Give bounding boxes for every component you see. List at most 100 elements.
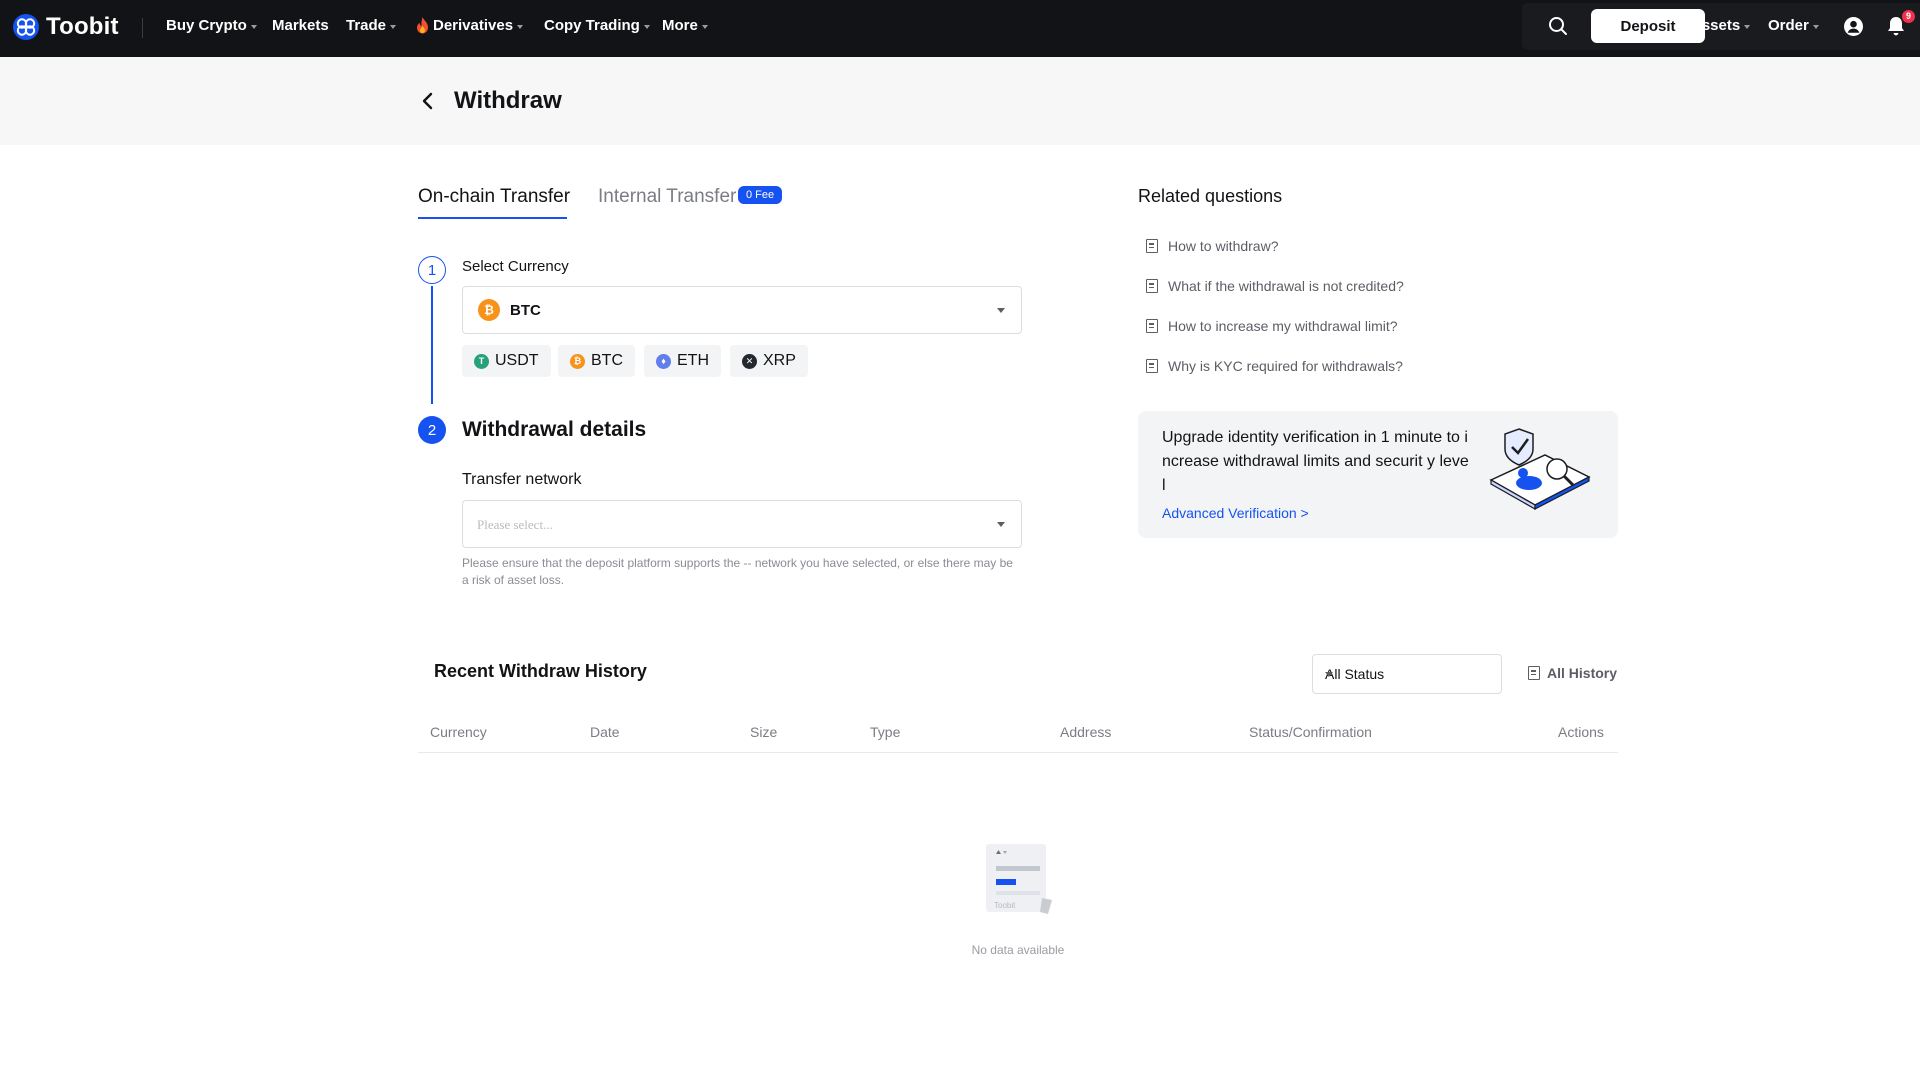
network-warning-hint: Please ensure that the deposit platform … bbox=[462, 556, 1013, 587]
question-label: How to increase my withdrawal limit? bbox=[1168, 318, 1398, 334]
nav-markets-label: Markets bbox=[272, 17, 329, 34]
nav-markets[interactable]: Markets bbox=[272, 17, 329, 34]
chevron-down-icon bbox=[517, 24, 524, 29]
top-navigation-bar: Toobit Buy Crypto Markets Trade Derivati… bbox=[0, 0, 1920, 57]
recent-withdraw-history-title: Recent Withdraw History bbox=[434, 661, 647, 681]
chip-label: ETH bbox=[677, 352, 709, 369]
user-avatar-icon[interactable] bbox=[1843, 16, 1864, 37]
select-currency-label: Select Currency bbox=[462, 258, 569, 275]
chip-label: BTC bbox=[591, 352, 623, 369]
chip-label: XRP bbox=[763, 352, 796, 369]
nav-more-label: More bbox=[662, 17, 698, 34]
step-1-indicator: 1 bbox=[418, 256, 446, 284]
nav-buy-crypto-label: Buy Crypto bbox=[166, 17, 247, 34]
column-header-currency: Currency bbox=[430, 724, 487, 740]
zero-fee-badge: 0 Fee bbox=[738, 186, 783, 204]
search-icon[interactable] bbox=[1548, 16, 1568, 36]
nav-order[interactable]: Order bbox=[1768, 17, 1819, 34]
related-questions-title: Related questions bbox=[1138, 186, 1283, 206]
nav-buy-crypto[interactable]: Buy Crypto bbox=[166, 17, 257, 34]
question-label: Why is KYC required for withdrawals? bbox=[1168, 358, 1403, 374]
nav-copy-trading-label: Copy Trading bbox=[544, 17, 640, 34]
back-chevron-icon[interactable] bbox=[418, 89, 438, 113]
related-question-link[interactable]: Why is KYC required for withdrawals? bbox=[1146, 358, 1403, 374]
chip-label: USDT bbox=[495, 352, 539, 369]
empty-state-text: No data available bbox=[971, 943, 1065, 957]
page-title: Withdraw bbox=[454, 87, 562, 114]
withdrawal-details-title: Withdrawal details bbox=[462, 418, 647, 441]
table-header-divider bbox=[418, 752, 1618, 753]
nav-order-label: Order bbox=[1768, 17, 1809, 34]
bitcoin-icon: ₿ bbox=[570, 353, 585, 369]
nav-trade[interactable]: Trade bbox=[346, 17, 397, 34]
document-icon bbox=[1528, 666, 1540, 680]
chevron-down-icon bbox=[643, 24, 650, 29]
currency-chip-xrp[interactable]: ✕ XRP bbox=[730, 345, 808, 377]
question-label: What if the withdrawal is not credited? bbox=[1168, 278, 1404, 294]
toobit-logo[interactable]: Toobit bbox=[12, 13, 119, 41]
chevron-down-icon bbox=[390, 24, 397, 29]
xrp-icon: ✕ bbox=[742, 353, 757, 369]
status-filter-value: All Status bbox=[1325, 666, 1385, 682]
deposit-button[interactable]: Deposit bbox=[1591, 9, 1705, 43]
nav-copy-trading[interactable]: Copy Trading bbox=[544, 17, 650, 34]
step-connector-line bbox=[431, 286, 433, 404]
toobit-logo-icon bbox=[13, 14, 39, 40]
question-label: How to withdraw? bbox=[1168, 238, 1279, 254]
bitcoin-icon: ₿ bbox=[478, 299, 500, 321]
nav-trade-label: Trade bbox=[346, 17, 387, 34]
tether-icon: T bbox=[474, 353, 489, 369]
notification-badge: 9 bbox=[1902, 10, 1915, 23]
nav-divider bbox=[142, 18, 143, 38]
status-filter-select[interactable]: All Status bbox=[1312, 654, 1502, 694]
nav-more[interactable]: More bbox=[662, 17, 708, 34]
related-question-link[interactable]: How to increase my withdrawal limit? bbox=[1146, 318, 1398, 334]
promo-text: Upgrade identity verification in 1 minut… bbox=[1162, 429, 1469, 494]
column-header-status: Status/Confirmation bbox=[1249, 724, 1372, 740]
chevron-down-icon bbox=[701, 24, 708, 29]
currency-chip-eth[interactable]: ♦ ETH bbox=[644, 345, 721, 377]
network-placeholder: Please select... bbox=[477, 517, 553, 532]
column-header-actions: Actions bbox=[1558, 724, 1604, 740]
transfer-network-label: Transfer network bbox=[462, 471, 582, 488]
document-icon bbox=[1146, 319, 1158, 333]
chevron-down-icon bbox=[1325, 672, 1333, 677]
column-header-size: Size bbox=[750, 724, 778, 740]
selected-currency: BTC bbox=[510, 302, 541, 319]
chevron-down-icon bbox=[997, 522, 1005, 527]
page-header bbox=[0, 57, 1920, 145]
column-header-type: Type bbox=[870, 724, 901, 740]
document-icon bbox=[1146, 239, 1158, 253]
all-history-link[interactable]: All History bbox=[1528, 665, 1617, 681]
currency-select[interactable]: ₿ BTC bbox=[462, 286, 1022, 334]
empty-state-illustration: Toobit bbox=[986, 844, 1052, 914]
nav-assets[interactable]: Assets bbox=[1691, 17, 1751, 34]
nav-assets-label: Assets bbox=[1691, 17, 1741, 34]
nav-derivatives[interactable]: Derivatives bbox=[416, 17, 524, 34]
verification-promo-card: Upgrade identity verification in 1 minut… bbox=[1138, 411, 1618, 538]
chevron-down-icon bbox=[997, 308, 1005, 313]
step-2-indicator: 2 bbox=[418, 416, 446, 444]
identity-verification-illustration bbox=[1489, 428, 1591, 511]
transfer-network-select[interactable]: Please select... bbox=[462, 500, 1022, 548]
active-tab-indicator bbox=[418, 217, 567, 219]
nav-derivatives-label: Derivatives bbox=[433, 17, 514, 34]
column-header-address: Address bbox=[1060, 724, 1112, 740]
chevron-down-icon bbox=[1812, 24, 1819, 29]
tab-onchain-transfer[interactable]: On-chain Transfer bbox=[418, 186, 570, 208]
advanced-verification-link[interactable]: Advanced Verification > bbox=[1162, 505, 1309, 521]
currency-chip-usdt[interactable]: T USDT bbox=[462, 345, 551, 377]
chevron-down-icon bbox=[250, 24, 257, 29]
document-icon bbox=[1146, 359, 1158, 373]
related-question-link[interactable]: What if the withdrawal is not credited? bbox=[1146, 278, 1404, 294]
tab-internal-transfer[interactable]: Internal Transfer bbox=[598, 186, 736, 208]
all-history-label: All History bbox=[1547, 665, 1618, 681]
fire-icon bbox=[417, 17, 428, 34]
brand-name: Toobit bbox=[46, 13, 119, 40]
currency-chip-btc[interactable]: ₿ BTC bbox=[558, 345, 635, 377]
related-question-link[interactable]: How to withdraw? bbox=[1146, 238, 1279, 254]
empty-state-brand: Toobit bbox=[994, 901, 1016, 910]
column-header-date: Date bbox=[590, 724, 620, 740]
chevron-down-icon bbox=[1744, 24, 1751, 29]
document-icon bbox=[1146, 279, 1158, 293]
